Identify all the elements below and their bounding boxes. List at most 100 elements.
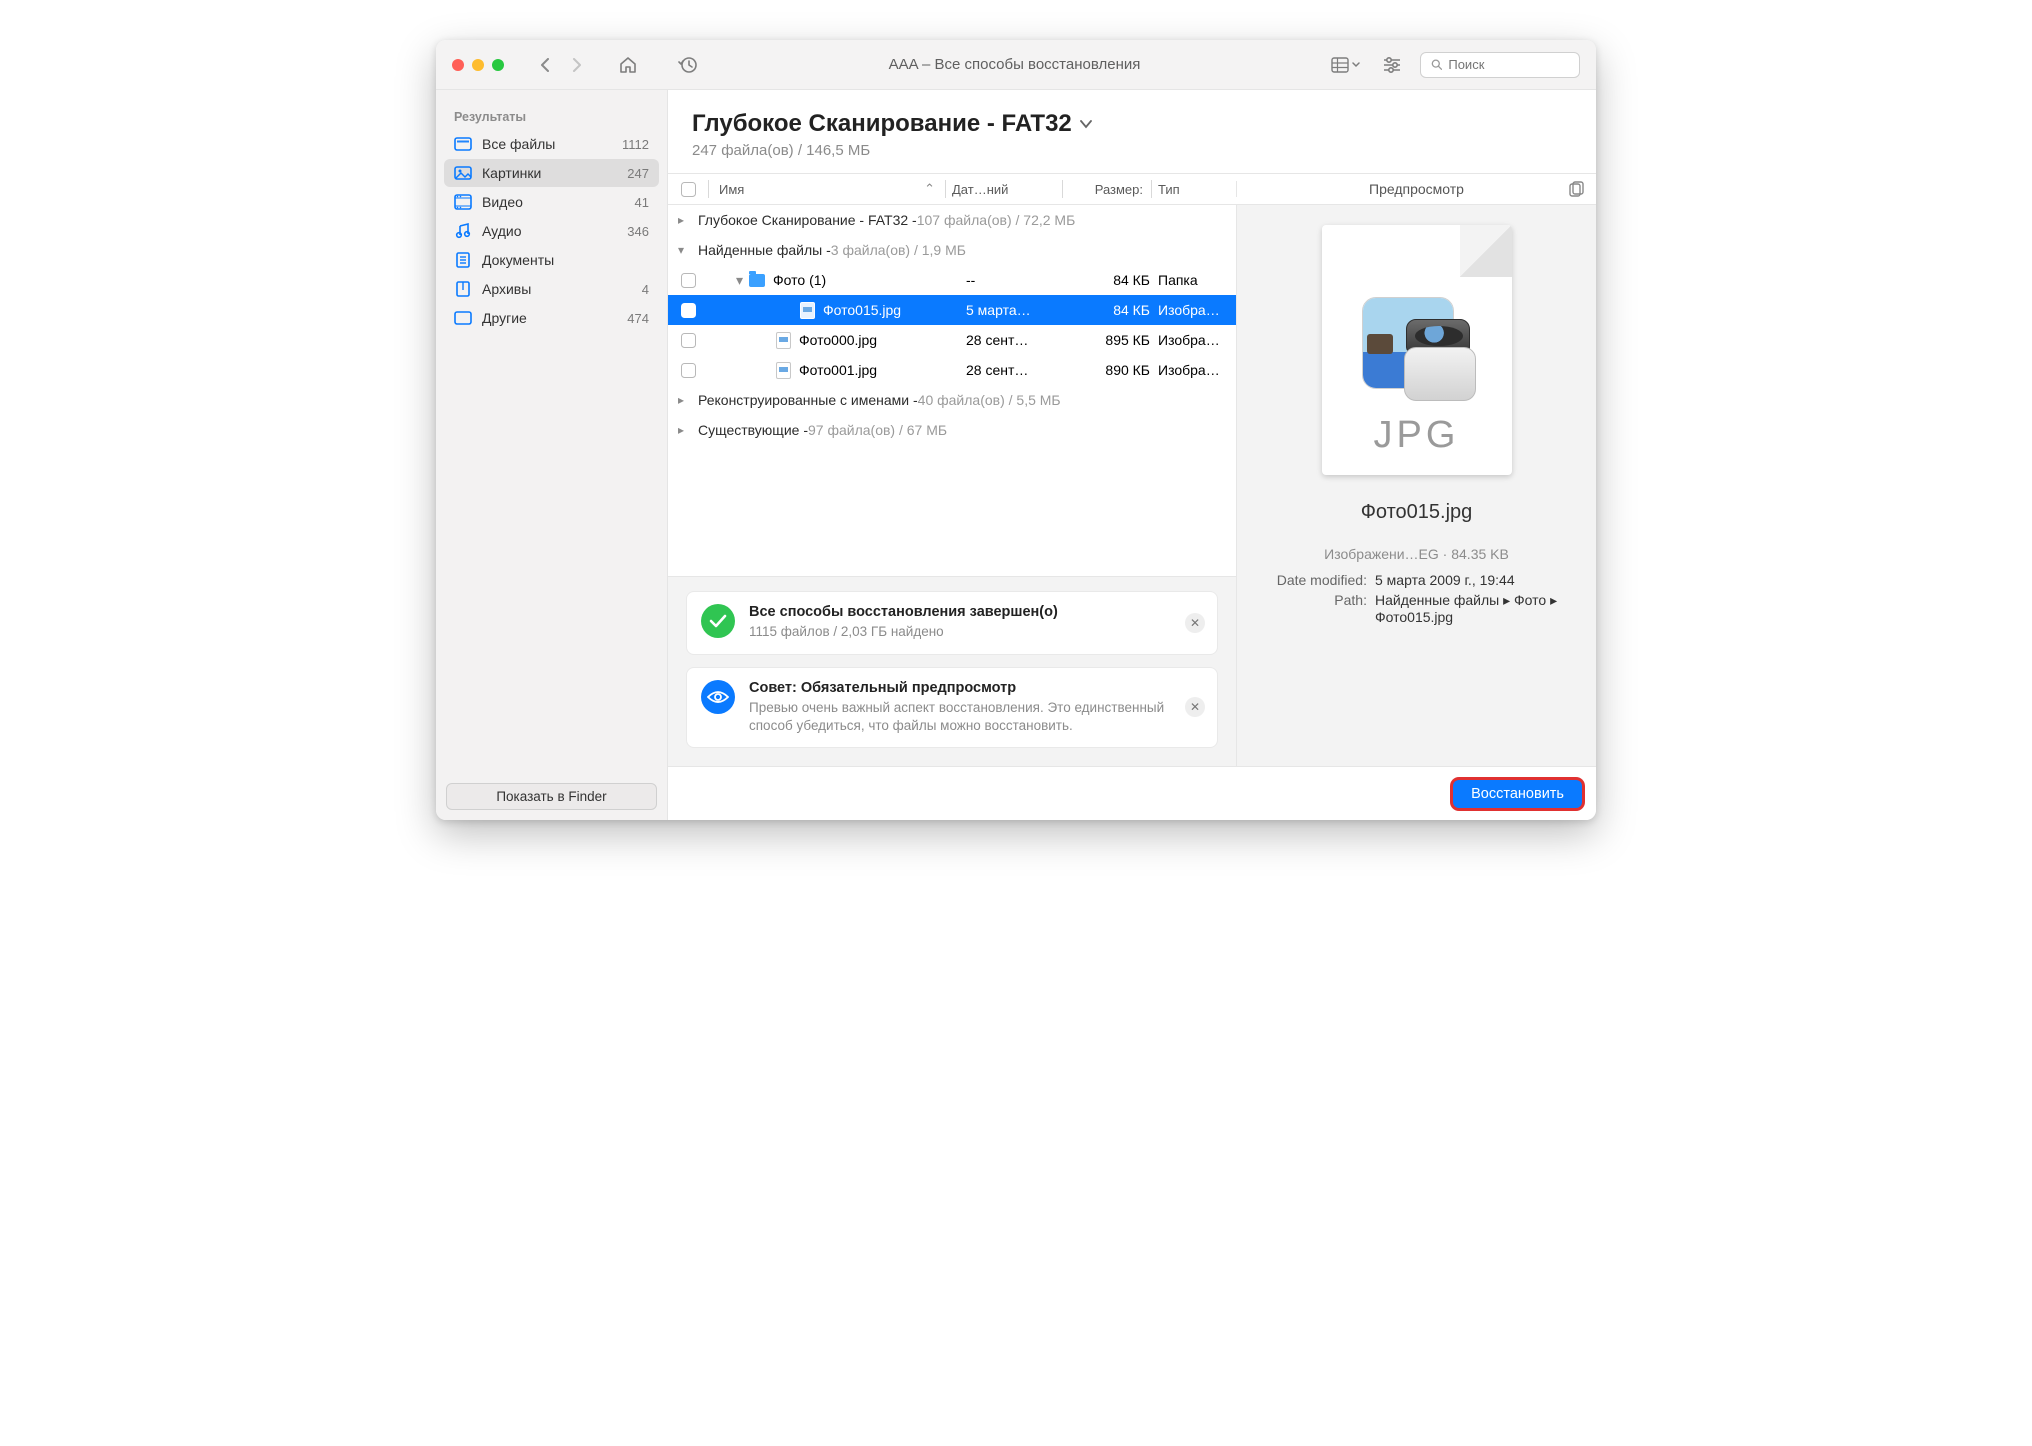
search-input[interactable] xyxy=(1448,57,1569,72)
file-date: 5 марта… xyxy=(966,302,1076,318)
file-type: Изобра… xyxy=(1158,362,1236,378)
recover-button[interactable]: Восстановить xyxy=(1453,780,1582,808)
settings-button[interactable] xyxy=(1378,52,1406,78)
footer: Восстановить xyxy=(668,766,1596,820)
group-name: Реконструированные с именами - xyxy=(698,392,918,408)
preview-filename: Фото015.jpg xyxy=(1237,501,1596,524)
sidebar-item-all-files[interactable]: Все файлы 1112 xyxy=(444,130,659,158)
dismiss-button[interactable]: ✕ xyxy=(1185,613,1205,633)
status-card-tip: Совет: Обязательный предпросмотр Превью … xyxy=(686,667,1218,748)
fullscreen-window-button[interactable] xyxy=(492,59,504,71)
file-row-selected[interactable]: Фото015.jpg 5 марта… 84 КБ Изобра… xyxy=(668,295,1236,325)
folder-row[interactable]: ▾ Фото (1) -- 84 КБ Папка xyxy=(668,265,1236,295)
search-field[interactable] xyxy=(1420,52,1580,78)
sidebar-item-video[interactable]: Видео 41 xyxy=(444,188,659,216)
sliders-icon xyxy=(1382,56,1402,74)
minimize-window-button[interactable] xyxy=(472,59,484,71)
select-all-checkbox[interactable] xyxy=(681,182,696,197)
sidebar-item-label: Видео xyxy=(482,194,523,210)
folder-type: Папка xyxy=(1158,272,1236,288)
group-meta: 3 файла(ов) / 1,9 МБ xyxy=(831,242,966,258)
tip-title: Совет: Обязательный предпросмотр xyxy=(749,680,1203,696)
row-checkbox[interactable] xyxy=(681,333,696,348)
show-in-finder-button[interactable]: Показать в Finder xyxy=(446,783,657,810)
home-button[interactable] xyxy=(614,52,642,78)
column-header-size[interactable]: Размер: xyxy=(1069,182,1151,197)
meta-label-date: Date modified: xyxy=(1257,572,1367,588)
group-meta: 107 файла(ов) / 72,2 МБ xyxy=(917,212,1076,228)
sidebar-item-other[interactable]: Другие 474 xyxy=(444,304,659,332)
sidebar-item-label: Документы xyxy=(482,252,554,268)
all-files-icon xyxy=(454,135,472,153)
history-button[interactable] xyxy=(674,52,702,78)
sidebar-item-archives[interactable]: Архивы 4 xyxy=(444,275,659,303)
file-size: 84 КБ xyxy=(1076,302,1158,318)
columns-header: Имя ⌃ Дат…ний Размер: Тип Предпросмотр xyxy=(668,173,1596,205)
window-controls xyxy=(452,59,504,71)
tip-subtitle: Превью очень важный аспект восстановлени… xyxy=(749,699,1203,735)
file-size: 890 КБ xyxy=(1076,362,1158,378)
group-existing[interactable]: ▸ Существующие - 97 файла(ов) / 67 МБ xyxy=(668,415,1236,445)
sidebar-item-label: Аудио xyxy=(482,223,522,239)
sidebar-item-count: 346 xyxy=(627,224,649,239)
file-date: 28 сент… xyxy=(966,362,1076,378)
forward-button[interactable] xyxy=(562,52,590,78)
sidebar-item-audio[interactable]: Аудио 346 xyxy=(444,217,659,245)
page-title: Глубокое Сканирование - FAT32 xyxy=(692,110,1072,138)
view-options-button[interactable] xyxy=(1327,52,1364,78)
file-type: Изобра… xyxy=(1158,302,1236,318)
column-name-label: Имя xyxy=(719,182,744,197)
column-header-type[interactable]: Тип xyxy=(1158,182,1236,197)
sidebar-item-count: 474 xyxy=(627,311,649,326)
eye-icon xyxy=(701,680,735,714)
row-checkbox[interactable] xyxy=(681,363,696,378)
documents-icon xyxy=(454,251,472,269)
copy-icon[interactable] xyxy=(1569,181,1584,197)
file-date: 28 сент… xyxy=(966,332,1076,348)
group-meta: 97 файла(ов) / 67 МБ xyxy=(808,422,947,438)
file-list: ▸ Глубокое Сканирование - FAT32 - 107 фа… xyxy=(668,205,1236,766)
column-header-name[interactable]: Имя ⌃ xyxy=(715,181,945,197)
file-row[interactable]: Фото001.jpg 28 сент… 890 КБ Изобра… xyxy=(668,355,1236,385)
nav-group xyxy=(532,52,590,78)
main-header: Глубокое Сканирование - FAT32 247 файла(… xyxy=(668,90,1596,173)
sidebar-item-documents[interactable]: Документы xyxy=(444,246,659,274)
row-checkbox[interactable] xyxy=(681,273,696,288)
image-file-icon xyxy=(776,332,791,349)
close-window-button[interactable] xyxy=(452,59,464,71)
file-extension-badge: JPG xyxy=(1322,414,1512,457)
sidebar-item-label: Картинки xyxy=(482,165,541,181)
group-reconstructed[interactable]: ▸ Реконструированные с именами - 40 файл… xyxy=(668,385,1236,415)
folder-name: Фото (1) xyxy=(773,272,826,288)
dismiss-button[interactable]: ✕ xyxy=(1185,697,1205,717)
chevron-right-icon: ▸ xyxy=(678,213,692,227)
sidebar-list: Все файлы 1112 Картинки 247 Видео 41 Ауд… xyxy=(436,130,667,773)
sort-asc-icon: ⌃ xyxy=(924,181,935,197)
sidebar-item-count: 1112 xyxy=(622,137,649,152)
group-found-files[interactable]: ▾ Найденные файлы - 3 файла(ов) / 1,9 МБ xyxy=(668,235,1236,265)
meta-value-path: Найденные файлы ▸ Фото ▸ Фото015.jpg xyxy=(1375,592,1576,625)
group-meta: 40 файла(ов) / 5,5 МБ xyxy=(918,392,1061,408)
grid-list-icon xyxy=(1331,57,1349,73)
image-file-icon xyxy=(800,302,815,319)
file-row[interactable]: Фото000.jpg 28 сент… 895 КБ Изобра… xyxy=(668,325,1236,355)
chevron-down-icon: ▾ xyxy=(736,272,743,289)
other-icon xyxy=(454,309,472,327)
row-checkbox[interactable] xyxy=(681,303,696,318)
column-header-date[interactable]: Дат…ний xyxy=(952,182,1062,197)
title-dropdown-chevron-icon[interactable] xyxy=(1080,120,1092,129)
page-subtitle: 247 файла(ов) / 146,5 МБ xyxy=(692,142,1572,159)
status-subtitle: 1115 файлов / 2,03 ГБ найдено xyxy=(749,623,1203,641)
folder-date: -- xyxy=(966,272,1076,288)
group-name: Существующие - xyxy=(698,422,808,438)
sidebar-item-pictures[interactable]: Картинки 247 xyxy=(444,159,659,187)
group-name: Глубокое Сканирование - FAT32 - xyxy=(698,212,917,228)
preview-meta-brief: Изображени…EG · 84.35 KB xyxy=(1237,546,1596,562)
sidebar-item-label: Другие xyxy=(482,310,527,326)
status-area: Все способы восстановления завершен(о) 1… xyxy=(668,576,1236,766)
group-deep-scan[interactable]: ▸ Глубокое Сканирование - FAT32 - 107 фа… xyxy=(668,205,1236,235)
folder-icon xyxy=(749,274,765,287)
back-button[interactable] xyxy=(532,52,560,78)
sidebar-item-label: Архивы xyxy=(482,281,531,297)
checkmark-icon xyxy=(701,604,735,638)
